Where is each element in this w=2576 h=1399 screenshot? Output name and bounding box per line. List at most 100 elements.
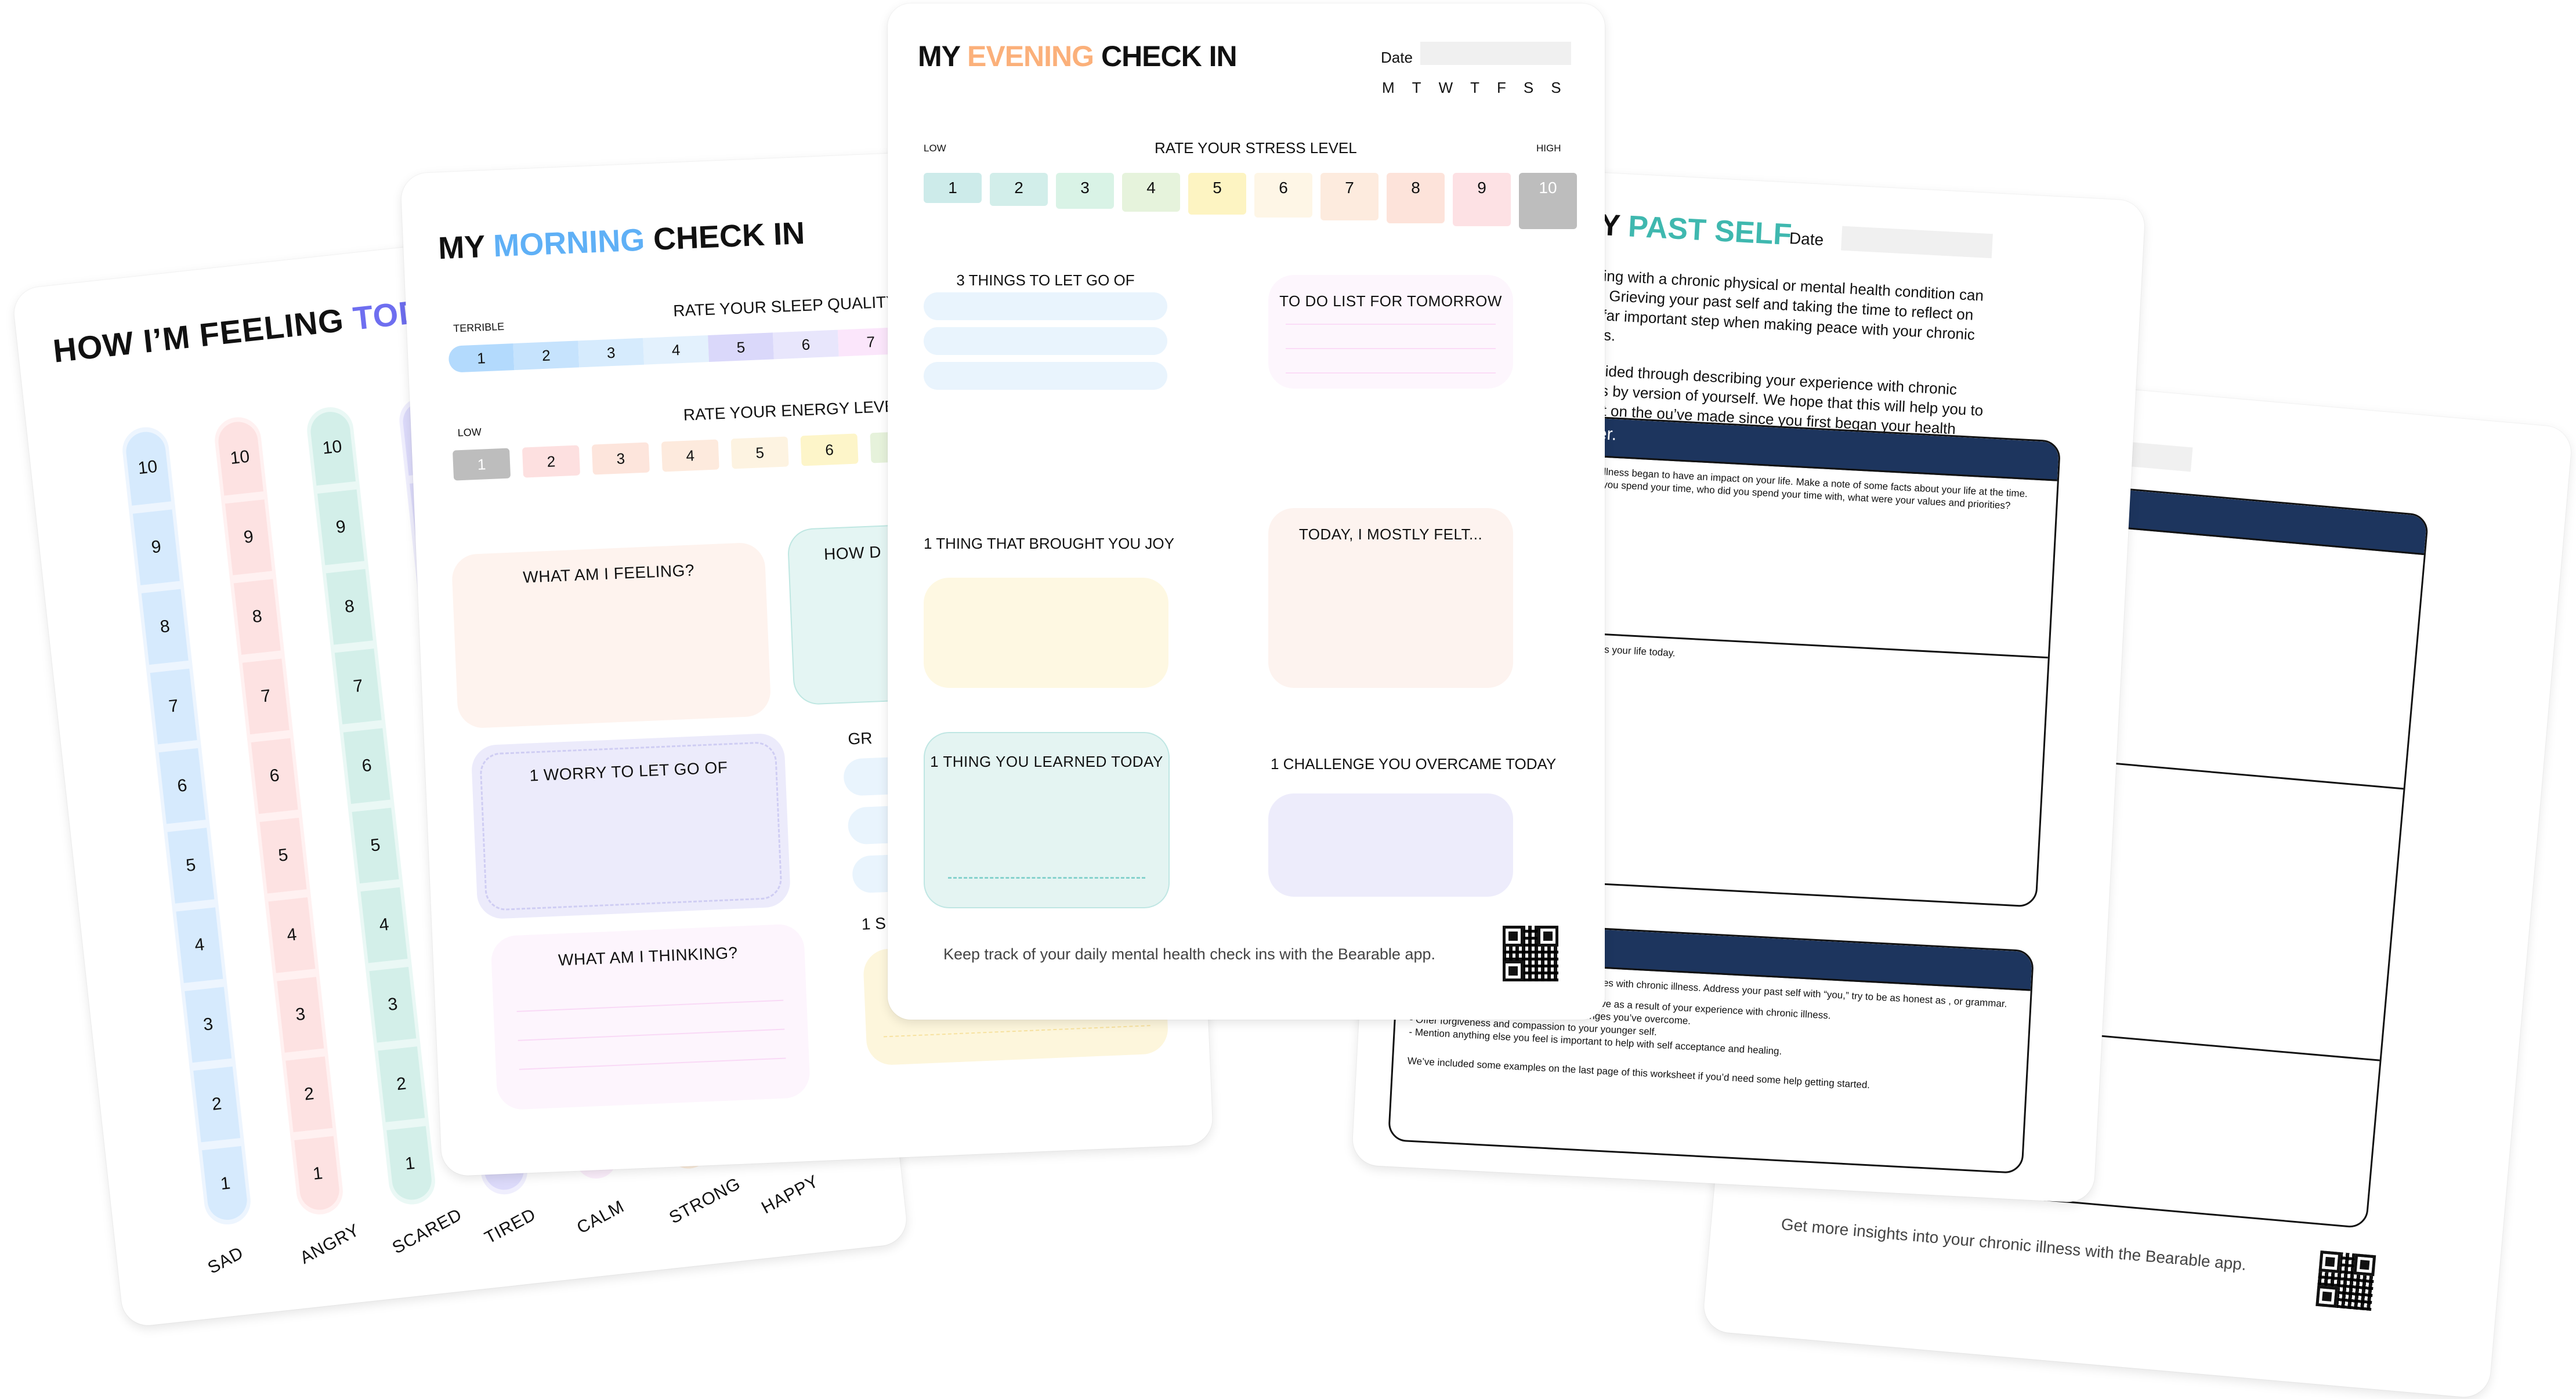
energy-option[interactable]: 6 — [800, 433, 859, 466]
scale-cell[interactable]: 7 — [242, 658, 290, 735]
card-title: 1 THING YOU LEARNED TODAY — [930, 753, 1163, 770]
energy-option[interactable]: 2 — [522, 445, 581, 478]
let-go-pill[interactable] — [924, 327, 1167, 355]
qr-code-icon[interactable] — [2315, 1250, 2376, 1311]
todo-card[interactable]: TO DO LIST FOR TOMORROW — [1268, 275, 1513, 389]
energy-option[interactable]: 5 — [730, 436, 789, 469]
sleep-option[interactable]: 6 — [773, 329, 839, 360]
date-field[interactable] — [1841, 226, 1993, 259]
weekday-option[interactable]: F — [1497, 79, 1506, 97]
sleep-option[interactable]: 4 — [643, 335, 710, 365]
letter-frame-1: letter. hronic illness began to have an … — [1535, 414, 2061, 908]
scale-cell[interactable]: 8 — [233, 579, 281, 655]
scale-cell[interactable]: 8 — [141, 589, 189, 665]
felt-card[interactable]: TODAY, I MOSTLY FELT... — [1268, 508, 1513, 688]
writing-line — [518, 1028, 785, 1041]
writing-line — [948, 877, 1145, 879]
sleep-option[interactable]: 2 — [513, 340, 580, 371]
weekday-option[interactable]: T — [1470, 79, 1479, 97]
evening-sheet-title: MY EVENING CHECK IN — [918, 40, 1238, 73]
what-am-i-thinking-card[interactable]: WHAT AM I THINKING? — [490, 923, 811, 1111]
scale-cell[interactable]: 6 — [343, 728, 390, 804]
scale-cell[interactable]: 5 — [167, 828, 215, 904]
footer-text: Get more insights into your chronic illn… — [1780, 1215, 2248, 1274]
sleep-option[interactable]: 5 — [708, 332, 774, 363]
scale-cell[interactable]: 7 — [150, 668, 197, 745]
stress-option[interactable]: 7 — [1320, 173, 1379, 220]
weekday-option[interactable]: M — [1382, 79, 1395, 97]
weekday-option[interactable]: S — [1524, 79, 1533, 97]
scale-cell[interactable]: 10 — [309, 409, 356, 486]
scale-cell[interactable]: 2 — [378, 1046, 425, 1122]
joy-title: 1 THING THAT BROUGHT YOU JOY — [924, 535, 1174, 552]
scale-cell[interactable]: 3 — [369, 966, 417, 1043]
stress-option[interactable]: 1 — [924, 173, 982, 203]
date-label: Date — [1381, 49, 1413, 66]
let-go-pill[interactable] — [924, 362, 1167, 390]
learned-card[interactable]: 1 THING YOU LEARNED TODAY — [924, 732, 1170, 908]
writing-line — [883, 1025, 1150, 1038]
energy-level-scale: 1234567 — [453, 430, 928, 481]
stress-option[interactable]: 3 — [1056, 173, 1114, 209]
energy-option[interactable]: 4 — [661, 439, 719, 472]
scale-cell[interactable]: 2 — [193, 1066, 241, 1143]
one-s-partial-title: 1 S — [861, 914, 887, 933]
scale-cell[interactable]: 5 — [352, 807, 399, 884]
energy-option[interactable]: 3 — [591, 442, 650, 475]
scale-cell[interactable]: 1 — [294, 1136, 342, 1212]
scale-cell[interactable]: 1 — [386, 1126, 434, 1202]
joy-card[interactable] — [924, 578, 1168, 688]
worry-card[interactable]: 1 WORRY TO LET GO OF — [471, 733, 791, 920]
scale-cell[interactable]: 6 — [251, 738, 298, 814]
scale-cell[interactable]: 3 — [184, 987, 232, 1063]
weekday-selector: MTWTFSS — [1382, 79, 1561, 97]
stress-option[interactable]: 8 — [1387, 173, 1445, 223]
stress-option[interactable]: 10 — [1519, 173, 1577, 229]
let-go-title: 3 THINGS TO LET GO OF — [956, 271, 1135, 289]
scale-cell[interactable]: 2 — [285, 1056, 333, 1133]
scale-cell[interactable]: 4 — [268, 897, 316, 973]
writing-line — [519, 1057, 786, 1070]
scale-cell[interactable]: 7 — [334, 648, 382, 724]
card-title: TODAY, I MOSTLY FELT... — [1298, 525, 1483, 543]
scale-cell[interactable]: 4 — [360, 887, 408, 963]
stress-option[interactable]: 5 — [1188, 173, 1246, 215]
emotion-label: HAPPY — [758, 1171, 822, 1218]
scale-cell[interactable]: 9 — [132, 509, 180, 585]
scale-cell[interactable]: 4 — [176, 907, 223, 983]
stress-option[interactable]: 4 — [1122, 173, 1180, 212]
date-label: Date — [1789, 229, 1824, 249]
qr-code-icon[interactable] — [1503, 926, 1558, 981]
scale-cell[interactable]: 3 — [277, 977, 324, 1053]
challenge-card[interactable] — [1268, 793, 1513, 897]
card-title: WHAT AM I FEELING? — [522, 561, 695, 586]
weekday-option[interactable]: S — [1551, 79, 1561, 97]
weekday-option[interactable]: T — [1412, 79, 1421, 97]
stress-option[interactable]: 2 — [990, 173, 1048, 206]
footer-text: Keep track of your daily mental health c… — [943, 945, 1435, 963]
evening-check-in-sheet: MY EVENING CHECK IN Date MTWTFSS LOW RAT… — [888, 3, 1605, 1020]
stress-option[interactable]: 9 — [1453, 173, 1511, 226]
let-go-pill[interactable] — [924, 292, 1167, 320]
scale-cell[interactable]: 9 — [225, 499, 272, 575]
scale-cell[interactable]: 10 — [124, 430, 171, 506]
scale-cell[interactable]: 1 — [202, 1146, 249, 1222]
scale-cell[interactable]: 9 — [317, 489, 364, 566]
energy-option[interactable]: 1 — [453, 448, 511, 481]
emotion-label: SAD — [204, 1243, 247, 1278]
scale-cell[interactable]: 5 — [259, 817, 307, 894]
emotion-label: TIRED — [481, 1205, 540, 1248]
scale-cell[interactable]: 10 — [216, 419, 264, 496]
stress-option[interactable]: 6 — [1254, 173, 1312, 218]
weekday-option[interactable]: W — [1439, 79, 1453, 97]
writing-line — [516, 999, 784, 1012]
what-am-i-feeling-card[interactable]: WHAT AM I FEELING? — [451, 542, 772, 729]
challenge-title: 1 CHALLENGE YOU OVERCAME TODAY — [1271, 755, 1557, 773]
emotion-label: CALM — [573, 1197, 628, 1238]
sleep-option[interactable]: 1 — [448, 343, 515, 373]
emotion-label: SCARED — [389, 1205, 465, 1258]
scale-cell[interactable]: 8 — [325, 568, 373, 645]
sleep-option[interactable]: 3 — [578, 338, 645, 368]
date-field[interactable] — [1420, 42, 1571, 65]
scale-cell[interactable]: 6 — [158, 748, 206, 824]
